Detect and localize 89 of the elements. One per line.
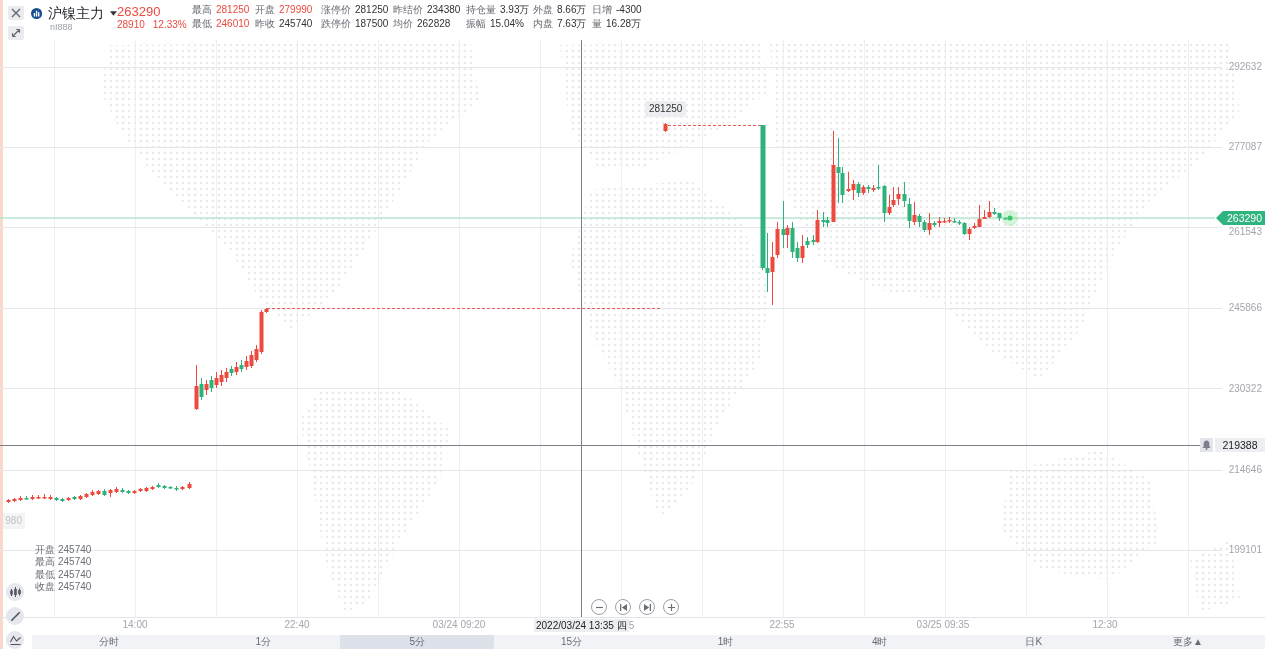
skip-forward-icon xyxy=(643,603,651,611)
price-axis-label: 261543 xyxy=(1228,226,1262,238)
stat-value: 262828 xyxy=(417,17,451,31)
price-axis-label: 230322 xyxy=(1228,383,1262,395)
line-chart-icon xyxy=(9,635,21,645)
time-axis-label: 5 xyxy=(628,619,635,632)
diagonal-arrows-icon xyxy=(11,28,21,38)
timeframe-tab[interactable]: 15分 xyxy=(494,635,649,649)
alert-button[interactable] xyxy=(1200,438,1213,452)
price-change: 28910 xyxy=(117,19,145,31)
pen-icon xyxy=(10,611,20,621)
stat-label: 涨停价 xyxy=(321,3,351,17)
crosshair-price-label: 219388 xyxy=(1215,438,1265,452)
stat-value: 7.63万 xyxy=(557,17,587,31)
stat-label: 开盘 xyxy=(255,3,275,17)
skip-back-button[interactable] xyxy=(615,599,631,615)
stat-label: 量 xyxy=(592,17,602,31)
ohlc-value: 245740 xyxy=(58,580,92,594)
time-axis-label: 03/25 09:35 xyxy=(916,619,970,631)
price-change-percent: 12.33% xyxy=(152,19,187,31)
stat-value: 279990 xyxy=(279,3,313,17)
plus-icon xyxy=(667,603,675,611)
stat-value: 187500 xyxy=(355,17,389,31)
stat-label: 最低 xyxy=(192,17,212,31)
last-price-tag: 263290 xyxy=(1216,211,1265,225)
ohlc-label: 最高 xyxy=(35,556,55,569)
last-price: 263290 xyxy=(117,4,162,19)
indicator-button[interactable] xyxy=(6,631,24,649)
zoom-in-button[interactable] xyxy=(663,599,679,615)
stat-label: 振幅 xyxy=(466,17,486,31)
stat-label: 持仓量 xyxy=(466,3,496,17)
time-axis-label: 12:30 xyxy=(1092,619,1118,631)
stat-label: 内盘 xyxy=(533,17,553,31)
stat-value: 281250 xyxy=(216,3,250,17)
price-axis-label: 292632 xyxy=(1228,61,1262,73)
bar-chart-logo-icon xyxy=(31,7,43,20)
stat-label: 外盘 xyxy=(533,3,553,17)
stat-label: 跌停价 xyxy=(321,17,351,31)
stat-value: 8.66万 xyxy=(557,3,587,17)
symbol-code: nI888 xyxy=(50,22,74,33)
time-axis-label: 22:55 xyxy=(769,619,795,631)
timeframe-tab[interactable]: 分时 xyxy=(32,635,187,649)
close-icon xyxy=(11,8,21,18)
timeframe-tab[interactable]: 日K xyxy=(956,635,1111,649)
stat-value: 15.04% xyxy=(490,17,524,31)
chart-type-button[interactable] xyxy=(6,583,24,601)
timeframe-tab[interactable]: 1时 xyxy=(648,635,803,649)
glow-dot-icon xyxy=(1002,210,1018,226)
price-axis-label: 199101 xyxy=(1228,544,1262,556)
symbol-name[interactable]: 沪镍主力 xyxy=(48,6,105,21)
price-axis-label: 214646 xyxy=(1228,464,1262,476)
skip-back-icon xyxy=(619,603,627,611)
collapse-button[interactable] xyxy=(8,26,24,40)
price-axis-label: 277087 xyxy=(1228,141,1262,153)
ohlc-value: 245740 xyxy=(58,544,92,557)
price-axis-label: 245866 xyxy=(1228,302,1262,314)
ohlc-value: 245740 xyxy=(58,568,92,581)
stat-label: 日增 xyxy=(592,3,612,17)
drawing-tool-button[interactable] xyxy=(6,607,24,625)
stat-label: 昨收 xyxy=(255,17,275,31)
stat-label: 最高 xyxy=(192,3,212,17)
crosshair-time-label: 2022/03/24 13:35 四 xyxy=(534,619,629,632)
time-axis-label: 03/24 09:20 xyxy=(432,619,486,631)
timeframe-tab[interactable]: 1分 xyxy=(186,635,341,649)
stat-label: 昨结价 xyxy=(393,3,423,17)
stat-value: 246010 xyxy=(216,17,250,31)
stat-value: 16.28万 xyxy=(606,17,642,31)
stat-value: 3.93万 xyxy=(500,3,530,17)
high-price-tooltip: 281250 xyxy=(645,101,687,117)
ohlc-label: 最低 xyxy=(35,568,55,581)
ohlc-value: 245740 xyxy=(58,556,92,569)
caret-icon[interactable] xyxy=(110,11,117,16)
time-axis-label: 22:40 xyxy=(284,619,310,631)
time-axis-label: 14:00 xyxy=(122,619,148,631)
ohlc-label: 开盘 xyxy=(35,544,55,556)
bell-icon xyxy=(1202,440,1211,450)
candlestick-icon xyxy=(9,587,21,597)
ohlc-label: 收盘 xyxy=(35,580,55,594)
close-button[interactable] xyxy=(8,6,24,20)
stat-label: 均价 xyxy=(393,17,413,31)
timeframe-tab[interactable]: 5分 xyxy=(340,635,495,649)
stat-value: 245740 xyxy=(279,17,313,31)
stat-value: 281250 xyxy=(355,3,389,17)
timeframe-tab[interactable]: 4时 xyxy=(802,635,957,649)
timeframe-tab[interactable]: 更多▲ xyxy=(1110,635,1265,649)
stat-value: 234380 xyxy=(427,3,461,17)
zoom-out-button[interactable] xyxy=(591,599,607,615)
stat-value: -4300 xyxy=(616,3,642,17)
skip-forward-button[interactable] xyxy=(639,599,655,615)
